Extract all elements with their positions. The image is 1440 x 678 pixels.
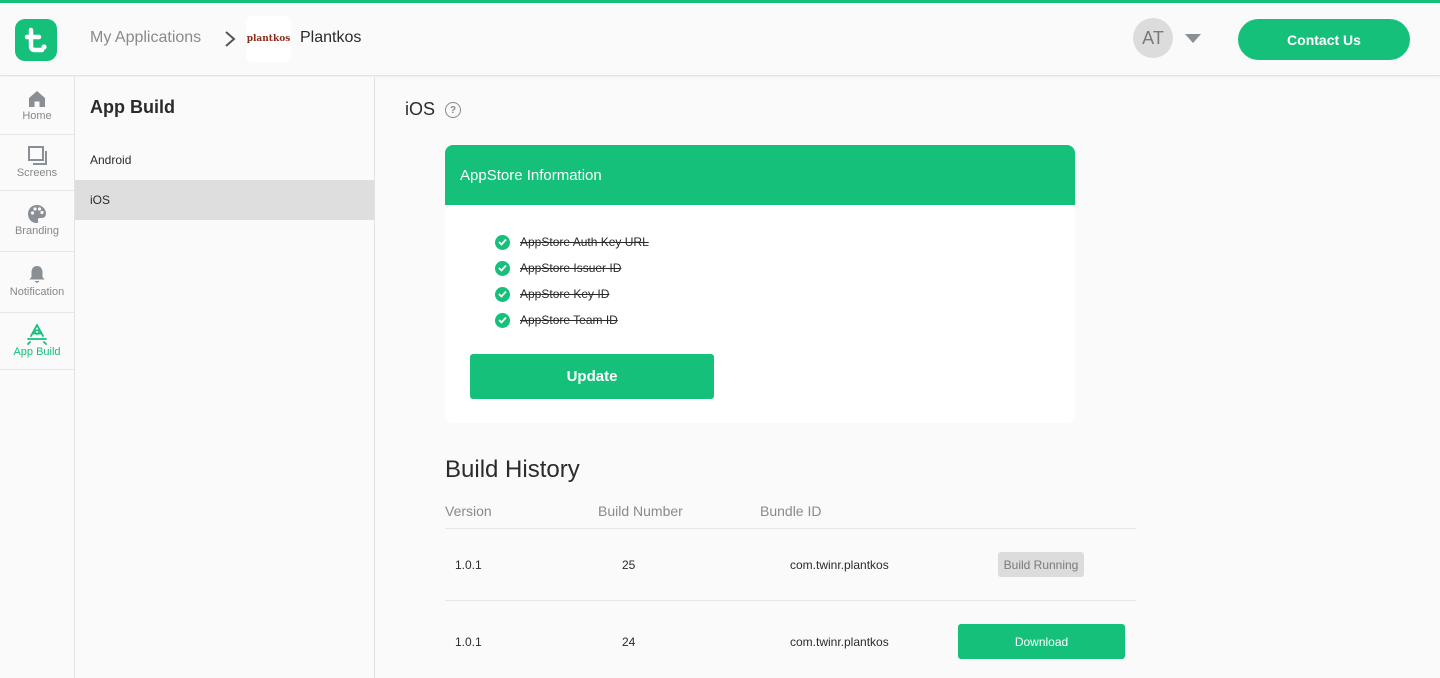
cell-bundle-id: com.twinr.plantkos	[790, 558, 889, 572]
cell-bundle-id: com.twinr.plantkos	[790, 635, 889, 649]
check-circle-icon	[495, 286, 510, 302]
nav-item-home[interactable]: Home	[0, 77, 74, 135]
build-history-title: Build History	[445, 456, 580, 483]
user-avatar[interactable]: AT	[1133, 18, 1173, 58]
check-item: AppStore Auth Key URL	[495, 229, 649, 255]
check-circle-icon	[495, 312, 510, 328]
caret-down-icon[interactable]	[1185, 34, 1201, 43]
nav-item-label: Home	[22, 110, 52, 122]
nav-item-screens[interactable]: Screens	[0, 135, 74, 191]
cell-version: 1.0.1	[455, 558, 482, 572]
check-circle-icon	[495, 234, 510, 250]
brand-logo-icon	[24, 27, 47, 53]
breadcrumb-app-name[interactable]: Plantkos	[300, 29, 361, 47]
appstore-info-card: AppStore Information AppStore Auth Key U…	[445, 145, 1075, 423]
help-glyph: ?	[449, 104, 457, 116]
nav-item-label: App Build	[13, 346, 61, 358]
nav-item-app-build[interactable]: App Build	[0, 313, 74, 370]
check-item: AppStore Key ID	[495, 281, 649, 307]
appstore-checklist: AppStore Auth Key URL AppStore Issuer ID…	[495, 229, 649, 333]
check-circle-icon	[495, 260, 510, 276]
check-item-label: AppStore Auth Key URL	[520, 235, 649, 249]
check-item-label: AppStore Team ID	[520, 313, 618, 327]
cell-build-number: 25	[622, 558, 636, 572]
left-navigation: Home Screens Branding Notification App B…	[0, 77, 75, 678]
table-divider	[445, 600, 1136, 601]
bell-icon	[29, 266, 45, 283]
palette-icon	[28, 205, 46, 223]
home-icon	[29, 91, 45, 107]
subpanel-title: App Build	[90, 97, 175, 117]
cell-version: 1.0.1	[455, 635, 482, 649]
column-header-build-number: Build Number	[598, 503, 683, 519]
subpanel-item-label: Android	[90, 153, 132, 167]
table-divider	[445, 528, 1136, 529]
card-title: AppStore Information	[460, 166, 602, 184]
column-header-version: Version	[445, 503, 492, 519]
app-build-icon	[27, 324, 47, 345]
app-logo: plantkos	[246, 16, 291, 62]
subpanel-item-label: iOS	[90, 193, 111, 207]
cell-build-number: 24	[622, 635, 636, 649]
subpanel-item-android[interactable]: Android	[75, 140, 374, 180]
app-logo-text: plantkos	[246, 34, 291, 44]
chevron-right-icon	[225, 31, 236, 47]
nav-item-notification[interactable]: Notification	[0, 252, 74, 313]
avatar-initials: AT	[1142, 27, 1164, 48]
top-header: My Applications plantkos Plantkos AT Con…	[0, 3, 1440, 76]
brand-logo[interactable]	[15, 19, 57, 61]
screens-icon	[27, 146, 47, 165]
check-item: AppStore Team ID	[495, 307, 649, 333]
column-header-bundle-id: Bundle ID	[760, 503, 822, 519]
breadcrumb-my-applications[interactable]: My Applications	[90, 29, 201, 47]
subpanel-item-ios[interactable]: iOS	[75, 180, 374, 220]
app-build-subpanel: App Build Android iOS	[75, 77, 375, 678]
nav-item-label: Screens	[16, 167, 58, 179]
check-item-label: AppStore Issuer ID	[520, 261, 622, 275]
nav-item-branding[interactable]: Branding	[0, 191, 74, 252]
nav-item-label: Branding	[14, 225, 60, 237]
download-button[interactable]: Download	[958, 624, 1125, 659]
status-badge-build-running: Build Running	[998, 552, 1084, 577]
contact-us-button[interactable]: Contact Us	[1238, 19, 1410, 60]
update-button[interactable]: Update	[470, 354, 714, 399]
platform-title: iOS	[405, 99, 436, 119]
check-item: AppStore Issuer ID	[495, 255, 649, 281]
help-icon[interactable]: ?	[445, 102, 461, 118]
card-header: AppStore Information	[445, 145, 1075, 205]
check-item-label: AppStore Key ID	[520, 287, 610, 301]
nav-item-label: Notification	[9, 286, 65, 298]
